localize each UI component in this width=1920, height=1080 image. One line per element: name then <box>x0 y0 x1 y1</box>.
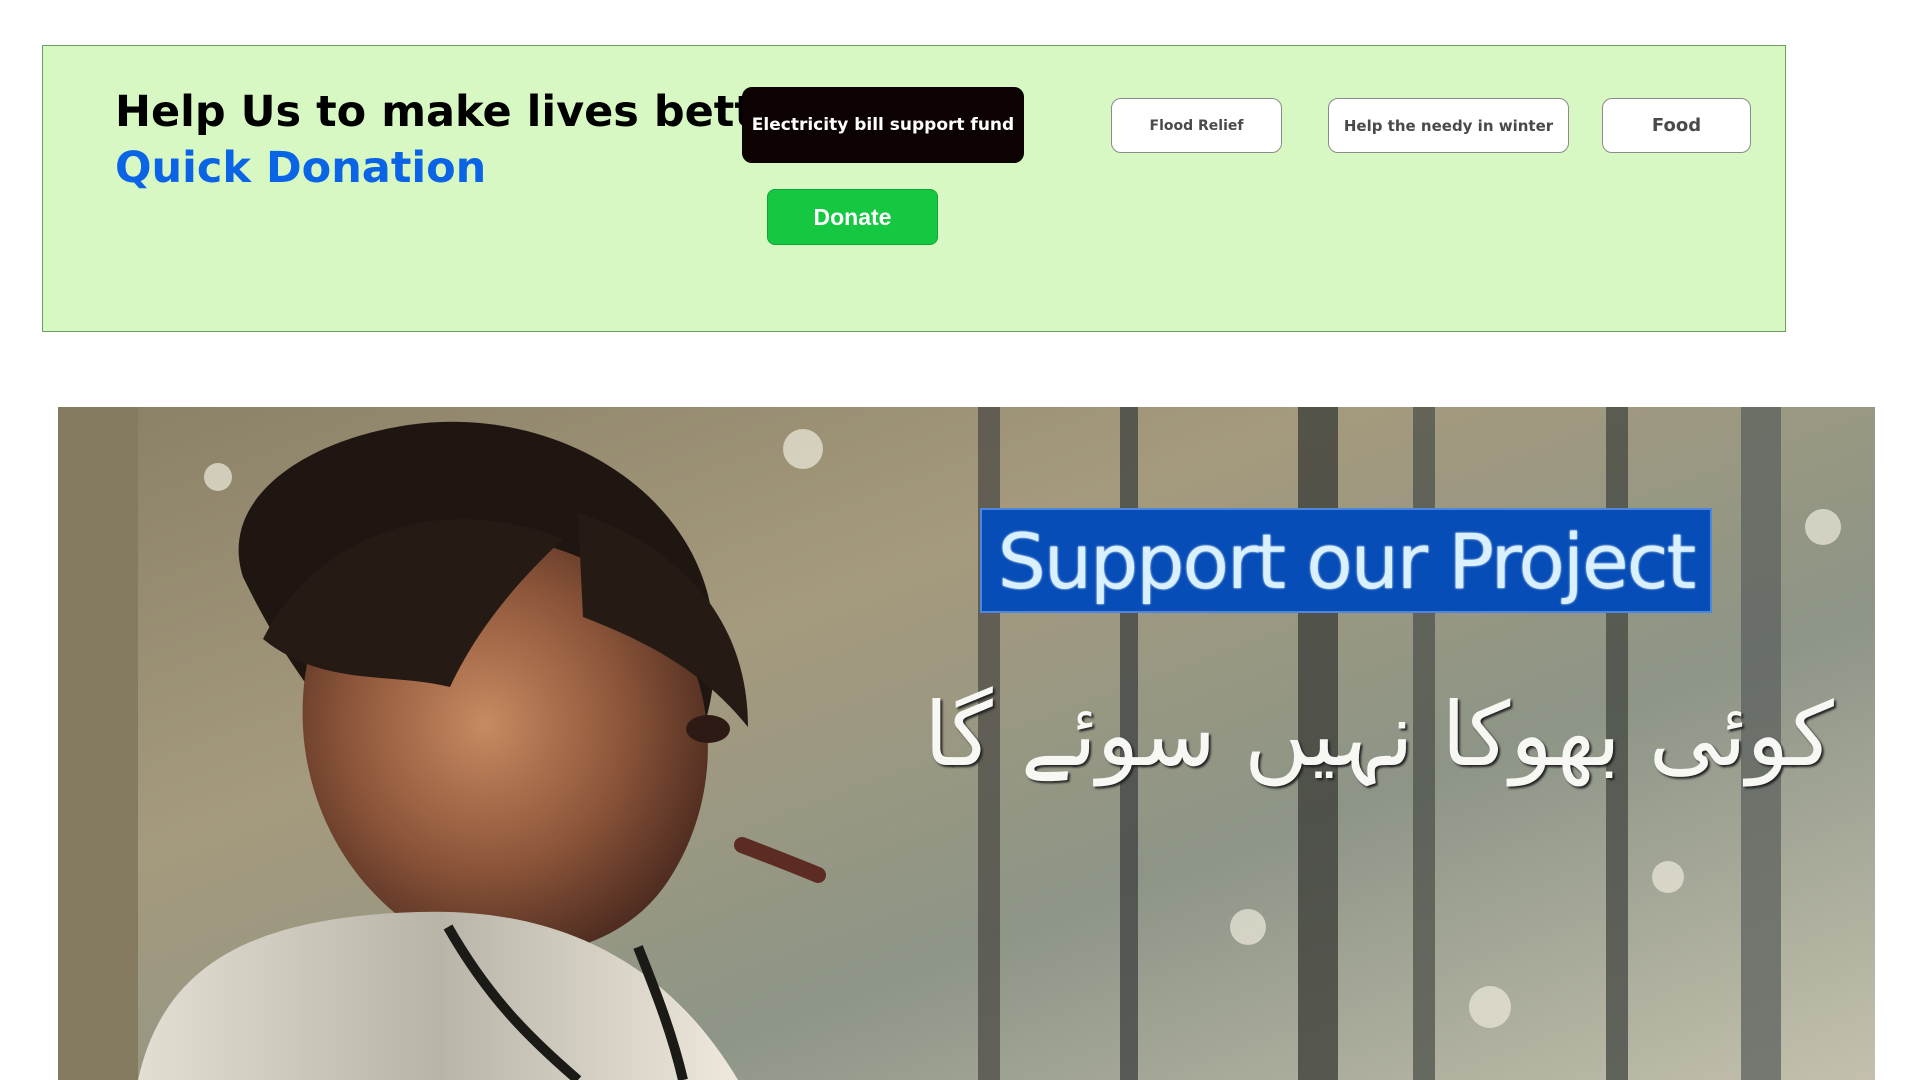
quick-donation-title: Quick Donation <box>115 143 487 193</box>
help-needy-winter-option[interactable]: Help the needy in winter <box>1328 98 1569 153</box>
donation-heading: Help Us to make lives better <box>115 87 806 137</box>
electricity-bill-support-option[interactable]: Electricity bill support fund <box>742 87 1024 163</box>
food-option[interactable]: Food <box>1602 98 1751 153</box>
donate-button[interactable]: Donate <box>767 189 938 245</box>
quick-donation-panel: Help Us to make lives better Quick Donat… <box>42 45 1786 332</box>
urdu-caption: کوئی بھوکا نہیں سوئے گا <box>924 683 1834 786</box>
support-project-banner: Support our Project <box>980 508 1712 613</box>
left-door-shadow <box>58 407 138 1080</box>
support-project-hero-image: Support our Project کوئی بھوکا نہیں سوئے… <box>58 407 1875 1080</box>
flood-relief-option[interactable]: Flood Relief <box>1111 98 1282 153</box>
